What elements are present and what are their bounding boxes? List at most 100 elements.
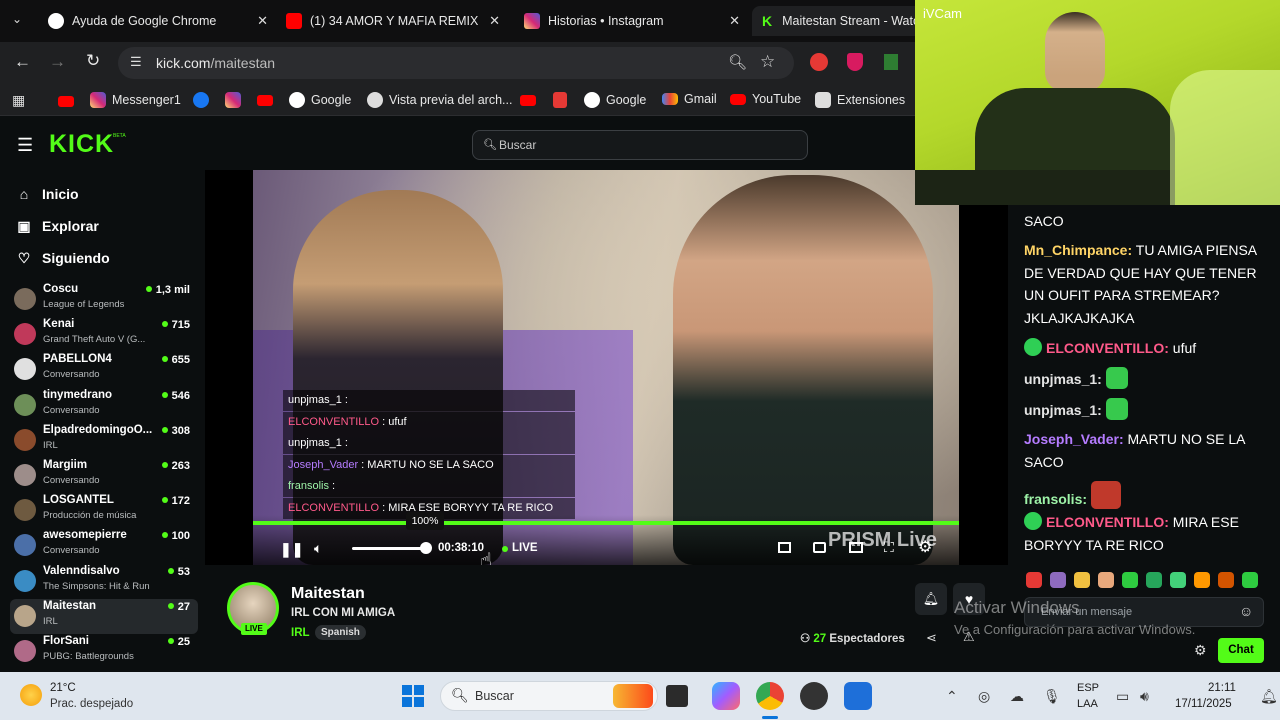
volume-icon[interactable]: 🔈︎ xyxy=(314,540,322,557)
close-tab-icon[interactable]: ✕ xyxy=(729,13,740,29)
bookmark-gmail[interactable]: Gmail xyxy=(662,92,717,106)
sidebar-channel-coscu[interactable]: Coscu League of Legends 1,3 mil xyxy=(10,282,198,317)
sidebar-channel-tinymedrano[interactable]: tinymedrano Conversando 546 xyxy=(10,388,198,423)
google-icon xyxy=(48,13,64,29)
extension-red-icon[interactable] xyxy=(810,53,828,71)
youtube-icon[interactable] xyxy=(520,95,536,106)
category-link[interactable]: IRL xyxy=(291,627,310,639)
taskbar-search[interactable]: 🔍︎ Buscar xyxy=(440,681,658,711)
theater-mode-icon[interactable] xyxy=(849,542,863,553)
forward-arrow-icon[interactable]: → xyxy=(49,52,66,72)
close-tab-icon[interactable]: ✕ xyxy=(257,13,268,29)
hamburger-menu-icon[interactable]: ☰ xyxy=(17,135,33,156)
sidebar-channel-awesomepierre[interactable]: awesomepierre Conversando 100 xyxy=(10,528,198,563)
sidebar-channel-elpadredomingoo[interactable]: ElpadredomingoO... IRL 308 xyxy=(10,423,198,458)
video-progress-bar[interactable] xyxy=(253,521,959,525)
sidebar-channel-pabellon4[interactable]: PABELLON4 Conversando 655 xyxy=(10,352,198,387)
search-placeholder: Buscar xyxy=(499,138,537,152)
bookmark-messenger[interactable]: Messenger1 xyxy=(90,92,181,108)
sidebar-channel-losgantel[interactable]: LOSGANTEL Producción de música 172 xyxy=(10,493,198,528)
volume-icon[interactable]: 🔊︎ xyxy=(1140,688,1149,705)
bookmark-preview[interactable]: Vista previa del arch... xyxy=(367,92,512,108)
bookmark-google-2[interactable]: Google xyxy=(584,92,646,108)
sidebar-channel-maitestan[interactable]: Maitestan IRL 27 xyxy=(10,598,198,634)
copilot-icon[interactable] xyxy=(712,682,740,710)
bookmark-star-icon[interactable]: ☆ xyxy=(760,52,775,72)
site-info-icon[interactable]: ☰ xyxy=(130,54,142,70)
reload-icon[interactable]: ↻ xyxy=(86,51,100,71)
tab-instagram[interactable]: Historias • Instagram ✕ xyxy=(524,6,740,36)
extension-shield-icon[interactable] xyxy=(847,53,863,71)
address-bar[interactable]: ☰ kick.com/maitestan 🔍︎ ☆ xyxy=(118,47,794,79)
emote-icon[interactable] xyxy=(1194,572,1210,588)
tab-chrome-help[interactable]: Ayuda de Google Chrome ✕ xyxy=(48,6,268,36)
nav-explore[interactable]: ▣ Explorar xyxy=(16,218,98,234)
close-tab-icon[interactable]: ✕ xyxy=(489,13,500,29)
emoji-icon[interactable]: ☺ xyxy=(1239,603,1253,619)
volume-slider[interactable] xyxy=(352,547,426,550)
chrome-icon[interactable] xyxy=(756,682,784,710)
weather-temp[interactable]: 21°C xyxy=(50,682,76,694)
search-input[interactable]: 🔍︎ Buscar xyxy=(472,130,808,160)
bookmark-google[interactable]: Google xyxy=(289,92,351,108)
apps-grid-icon[interactable]: ▦ xyxy=(12,92,25,109)
notification-bell-button[interactable]: 🔔︎ xyxy=(915,583,947,615)
nav-home[interactable]: ⌂ Inicio xyxy=(16,186,79,202)
app-recorder-icon[interactable] xyxy=(800,682,828,710)
weather-sun-icon[interactable] xyxy=(20,684,42,706)
emote-icon[interactable] xyxy=(1122,572,1138,588)
microphone-icon[interactable]: 🎙︎ xyxy=(1043,688,1061,705)
chat-send-button[interactable]: Chat xyxy=(1218,638,1264,663)
emote-icon[interactable] xyxy=(1074,572,1090,588)
clock-time[interactable]: 21:11 xyxy=(1208,682,1236,694)
emote-icon[interactable] xyxy=(1050,572,1066,588)
youtube-icon[interactable] xyxy=(58,96,74,107)
extension-green-icon[interactable] xyxy=(884,54,898,70)
shield-red-icon[interactable] xyxy=(553,92,567,108)
display-icon[interactable]: ▭ xyxy=(1116,688,1129,705)
emote-icon[interactable] xyxy=(1026,572,1042,588)
network-icon[interactable]: ◎ xyxy=(978,688,990,705)
notifications-bell-icon[interactable]: 🔔︎ xyxy=(1260,688,1278,705)
emote-icon[interactable] xyxy=(1218,572,1234,588)
pause-icon[interactable]: ❚❚ xyxy=(280,541,303,558)
task-view-icon[interactable] xyxy=(666,685,688,707)
chevron-up-icon[interactable]: ⌃ xyxy=(946,688,958,705)
windows-start-icon[interactable] xyxy=(402,685,424,707)
emote-icon[interactable] xyxy=(1242,572,1258,588)
bookmark-youtube[interactable]: YouTube xyxy=(730,92,801,106)
clip-icon[interactable] xyxy=(813,542,826,553)
sidebar-channel-margiim[interactable]: Margiim Conversando 263 xyxy=(10,458,198,493)
share-icon[interactable]: ⋖ xyxy=(926,630,937,646)
sidebar-channel-valenndisalvo[interactable]: Valenndisalvo The Simpsons: Hit & Run 53 xyxy=(10,564,198,599)
zoom-icon[interactable]: 🔍︎ xyxy=(728,53,747,71)
emote-icon[interactable] xyxy=(1170,572,1186,588)
facebook-icon[interactable] xyxy=(193,92,209,108)
emote-icon[interactable] xyxy=(1146,572,1162,588)
language-tag[interactable]: Spanish xyxy=(315,625,366,640)
youtube-icon[interactable] xyxy=(257,95,273,106)
chat-settings-gear-icon[interactable]: ⚙︎ xyxy=(1194,642,1207,659)
bookmark-extensions[interactable]: Extensiones xyxy=(815,92,905,108)
volume-slider-knob[interactable] xyxy=(420,542,432,554)
nav-following[interactable]: ♡ Siguiendo xyxy=(16,250,110,266)
tab-kick-active[interactable]: K Maitestan Stream - Watc xyxy=(752,6,922,36)
store-icon[interactable] xyxy=(844,682,872,710)
channel-name[interactable]: Maitestan xyxy=(291,585,365,603)
back-arrow-icon[interactable]: ← xyxy=(14,52,31,72)
tab-search-chevron-icon[interactable]: ⌄ xyxy=(12,12,22,26)
overlay-chat-line: Joseph_Vader : MARTU NO SE LA SACO xyxy=(283,454,575,476)
pip-icon[interactable] xyxy=(778,542,791,553)
channel-viewers: 27 xyxy=(167,601,190,613)
sidebar-channel-florsani[interactable]: FlorSani PUBG: Battlegrounds 25 xyxy=(10,634,198,669)
language-code[interactable]: ESP xyxy=(1077,682,1099,694)
emote-icon[interactable] xyxy=(1098,572,1114,588)
kick-logo[interactable]: KICK xyxy=(49,130,114,159)
settings-gear-icon[interactable]: ⚙︎ xyxy=(918,537,932,557)
cloud-icon[interactable]: ☁ xyxy=(1010,688,1024,705)
fullscreen-icon[interactable]: ⛶ xyxy=(884,539,894,556)
instagram-icon[interactable] xyxy=(225,92,241,108)
channel-viewers: 172 xyxy=(161,495,190,507)
sidebar-channel-kenai[interactable]: Kenai Grand Theft Auto V (G... 715 xyxy=(10,317,198,352)
tab-youtube-amor[interactable]: (1) 34 AMOR Y MAFIA REMIX F ✕ xyxy=(286,6,500,36)
